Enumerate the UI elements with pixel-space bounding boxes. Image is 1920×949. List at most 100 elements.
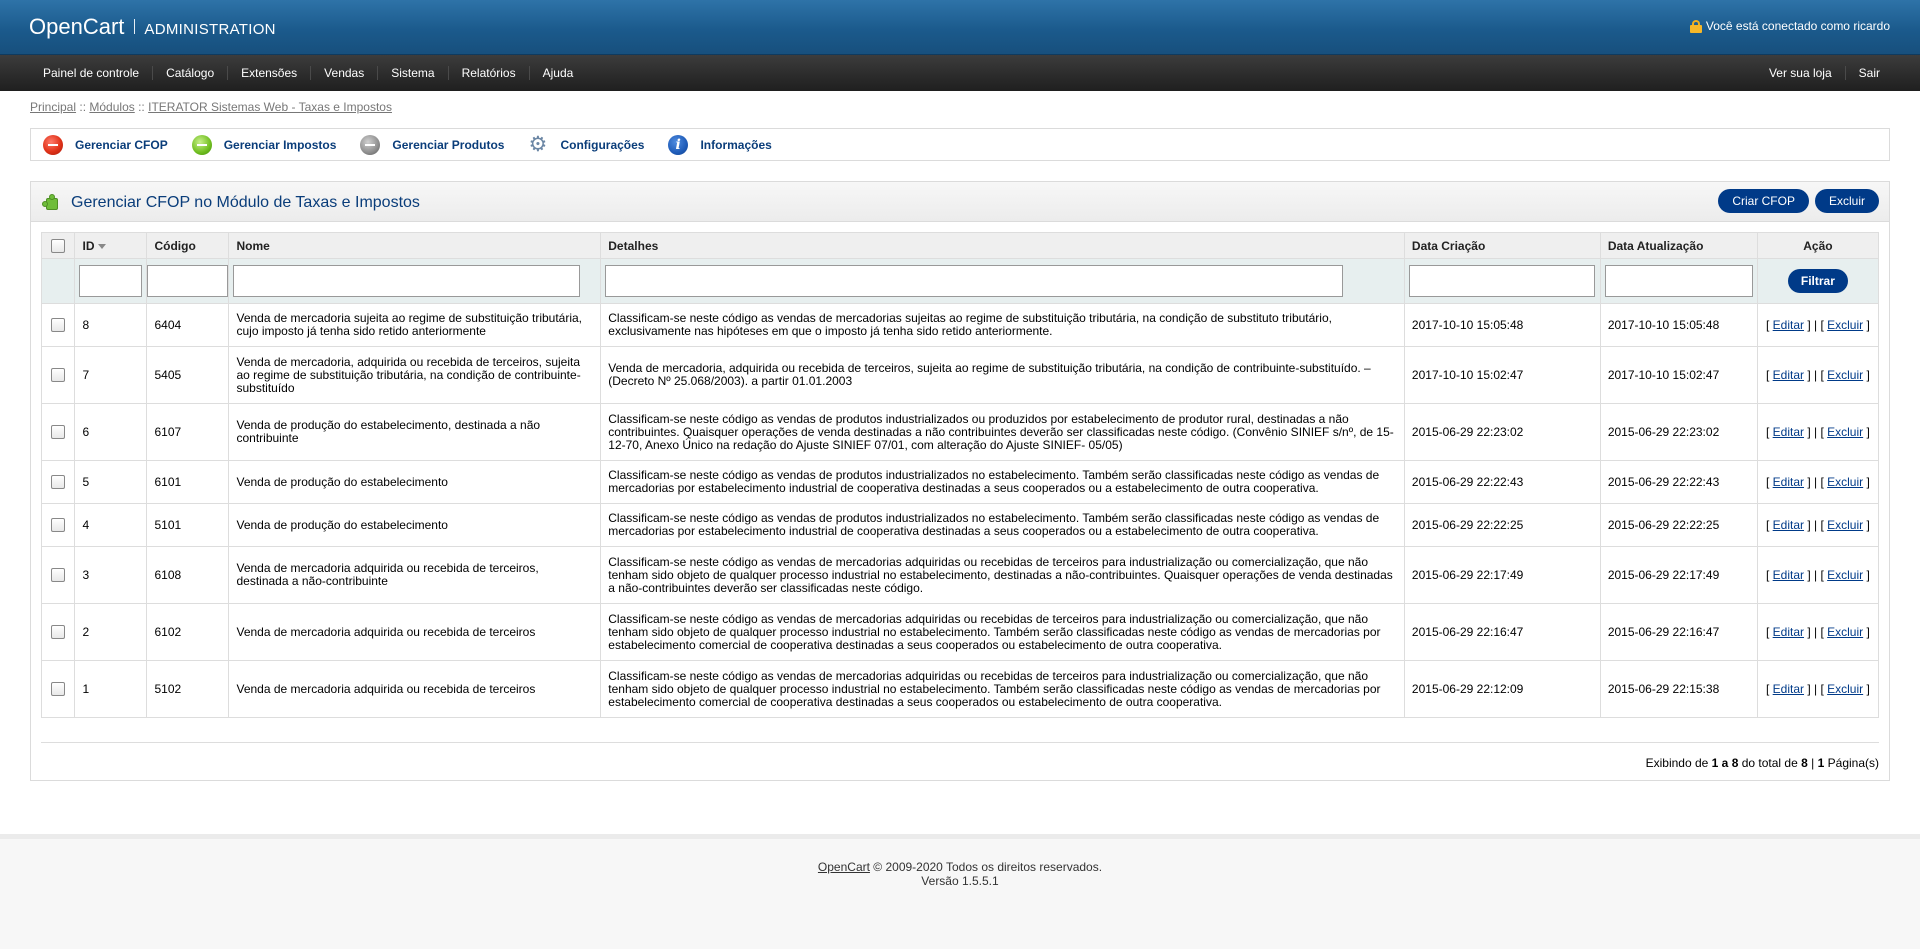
menu-item-help[interactable]: Ajuda	[530, 66, 587, 80]
row-select-cell	[40, 546, 76, 604]
row-select-cell	[40, 403, 76, 461]
row-checkbox[interactable]	[51, 625, 66, 639]
filter-button-cell: Filtrar	[1757, 258, 1880, 304]
cell-action: [ Editar ] | [ Excluir ]	[1757, 503, 1880, 547]
edit-link[interactable]: Editar	[1773, 682, 1804, 696]
cell-name: Venda de produção do estabelecimento	[228, 460, 602, 504]
filter-button[interactable]: Filtrar	[1787, 269, 1848, 293]
menu-item-sales[interactable]: Vendas	[311, 66, 379, 80]
cell-name: Venda de produção do estabelecimento	[228, 503, 602, 547]
cell-created: 2015-06-29 22:22:43	[1404, 460, 1601, 504]
row-checkbox[interactable]	[51, 475, 66, 489]
pagination: Exibindo de 1 a 8 do total de 8 | 1 Pági…	[41, 742, 1879, 772]
delete-link[interactable]: Excluir	[1827, 568, 1863, 582]
delete-link[interactable]: Excluir	[1827, 518, 1863, 532]
col-name[interactable]: Nome	[228, 232, 602, 259]
row-checkbox[interactable]	[51, 318, 66, 332]
opencart-logo[interactable]: OpenCart	[29, 14, 124, 40]
filter-name-cell	[228, 258, 602, 304]
edit-link[interactable]: Editar	[1773, 518, 1804, 532]
row-select-cell	[40, 303, 76, 347]
row-checkbox[interactable]	[51, 518, 66, 532]
tab-info[interactable]: Informações	[668, 134, 772, 155]
row-checkbox[interactable]	[51, 368, 66, 382]
select-all-checkbox[interactable]	[51, 238, 66, 253]
menu-item-catalog[interactable]: Catálogo	[153, 66, 229, 80]
pagination-pages: 1	[1817, 756, 1825, 770]
col-code[interactable]: Código	[146, 232, 230, 259]
filter-updated-input[interactable]	[1604, 265, 1753, 297]
delete-button[interactable]: Excluir	[1814, 189, 1879, 213]
filter-row: Filtrar	[40, 258, 1880, 304]
cell-name: Venda de mercadoria adquirida ou recebid…	[228, 660, 602, 718]
cell-id: 5	[74, 460, 148, 504]
minus-circle-grey-icon	[360, 134, 381, 155]
cell-id: 1	[74, 660, 148, 718]
cell-code: 5102	[146, 660, 230, 718]
filter-details-input[interactable]	[605, 265, 1344, 297]
cell-action: [ Editar ] | [ Excluir ]	[1757, 403, 1880, 461]
breadcrumb-modules[interactable]: Módulos	[89, 100, 134, 114]
filter-empty	[40, 258, 76, 304]
col-id[interactable]: ID	[74, 232, 148, 259]
cell-id: 2	[74, 603, 148, 661]
delete-link[interactable]: Excluir	[1827, 475, 1863, 489]
delete-link[interactable]: Excluir	[1827, 625, 1863, 639]
col-id-label: ID	[82, 238, 95, 253]
filter-name-input[interactable]	[233, 265, 581, 297]
cfop-table: ID Código Nome Detalhes Data Criação Dat…	[40, 232, 1880, 718]
tab-manage-taxes[interactable]: Gerenciar Impostos	[191, 134, 336, 155]
menu-item-logout[interactable]: Sair	[1846, 66, 1893, 80]
gear-icon	[528, 132, 548, 156]
cell-name: Venda de mercadoria, adquirida ou recebi…	[228, 346, 602, 404]
edit-link[interactable]: Editar	[1773, 475, 1804, 489]
delete-link[interactable]: Excluir	[1827, 318, 1863, 332]
row-checkbox[interactable]	[51, 425, 66, 439]
table-row: 2 6102 Venda de mercadoria adquirida ou re…	[40, 603, 1880, 661]
edit-link[interactable]: Editar	[1773, 368, 1804, 382]
delete-link[interactable]: Excluir	[1827, 425, 1863, 439]
cell-created: 2015-06-29 22:23:02	[1404, 403, 1601, 461]
cell-name: Venda de mercadoria adquirida ou recebid…	[228, 603, 602, 661]
col-created[interactable]: Data Criação	[1404, 232, 1601, 259]
menu-item-dashboard[interactable]: Painel de controle	[30, 66, 154, 80]
filter-id-input[interactable]	[79, 265, 143, 297]
footer-opencart-link[interactable]: OpenCart	[818, 860, 870, 874]
cell-action: [ Editar ] | [ Excluir ]	[1757, 303, 1880, 347]
pagination-separator: |	[1811, 756, 1815, 770]
delete-link[interactable]: Excluir	[1827, 368, 1863, 382]
edit-link[interactable]: Editar	[1773, 318, 1804, 332]
col-details[interactable]: Detalhes	[600, 232, 1405, 259]
row-select-cell	[40, 503, 76, 547]
cell-id: 3	[74, 546, 148, 604]
menu-item-extensions[interactable]: Extensões	[228, 66, 312, 80]
create-cfop-button[interactable]: Criar CFOP	[1718, 189, 1809, 213]
menu-item-system[interactable]: Sistema	[378, 66, 449, 80]
menu-item-view-store[interactable]: Ver sua loja	[1756, 66, 1846, 80]
main-menu: Painel de controle Catálogo Extensões Ve…	[0, 55, 1920, 91]
edit-link[interactable]: Editar	[1773, 568, 1804, 582]
breadcrumb-current[interactable]: ITERATOR Sistemas Web - Taxas e Impostos	[148, 100, 392, 114]
filter-code-input[interactable]	[147, 265, 229, 297]
tab-settings[interactable]: Configurações	[528, 132, 644, 156]
cell-details: Classificam-se neste código as vendas de…	[600, 546, 1405, 604]
col-updated[interactable]: Data Atualização	[1600, 232, 1758, 259]
cell-created: 2015-06-29 22:16:47	[1404, 603, 1601, 661]
cell-updated: 2015-06-29 22:16:47	[1600, 603, 1758, 661]
delete-link[interactable]: Excluir	[1827, 682, 1863, 696]
edit-link[interactable]: Editar	[1773, 625, 1804, 639]
tab-manage-cfop[interactable]: Gerenciar CFOP	[43, 134, 168, 155]
menu-right: Ver sua loja Sair	[1756, 55, 1893, 91]
tab-manage-products[interactable]: Gerenciar Produtos	[360, 134, 504, 155]
lock-icon	[1689, 19, 1702, 33]
row-select-cell	[40, 346, 76, 404]
breadcrumb-home[interactable]: Principal	[30, 100, 76, 114]
filter-created-input[interactable]	[1408, 265, 1595, 297]
row-checkbox[interactable]	[51, 682, 66, 696]
breadcrumb-separator: ::	[138, 100, 145, 114]
table-row: 4 5101 Venda de produção do estabeleciment…	[40, 503, 1880, 547]
minus-circle-green-icon	[191, 134, 212, 155]
menu-item-reports[interactable]: Relatórios	[449, 66, 530, 80]
row-checkbox[interactable]	[51, 568, 66, 582]
edit-link[interactable]: Editar	[1773, 425, 1804, 439]
